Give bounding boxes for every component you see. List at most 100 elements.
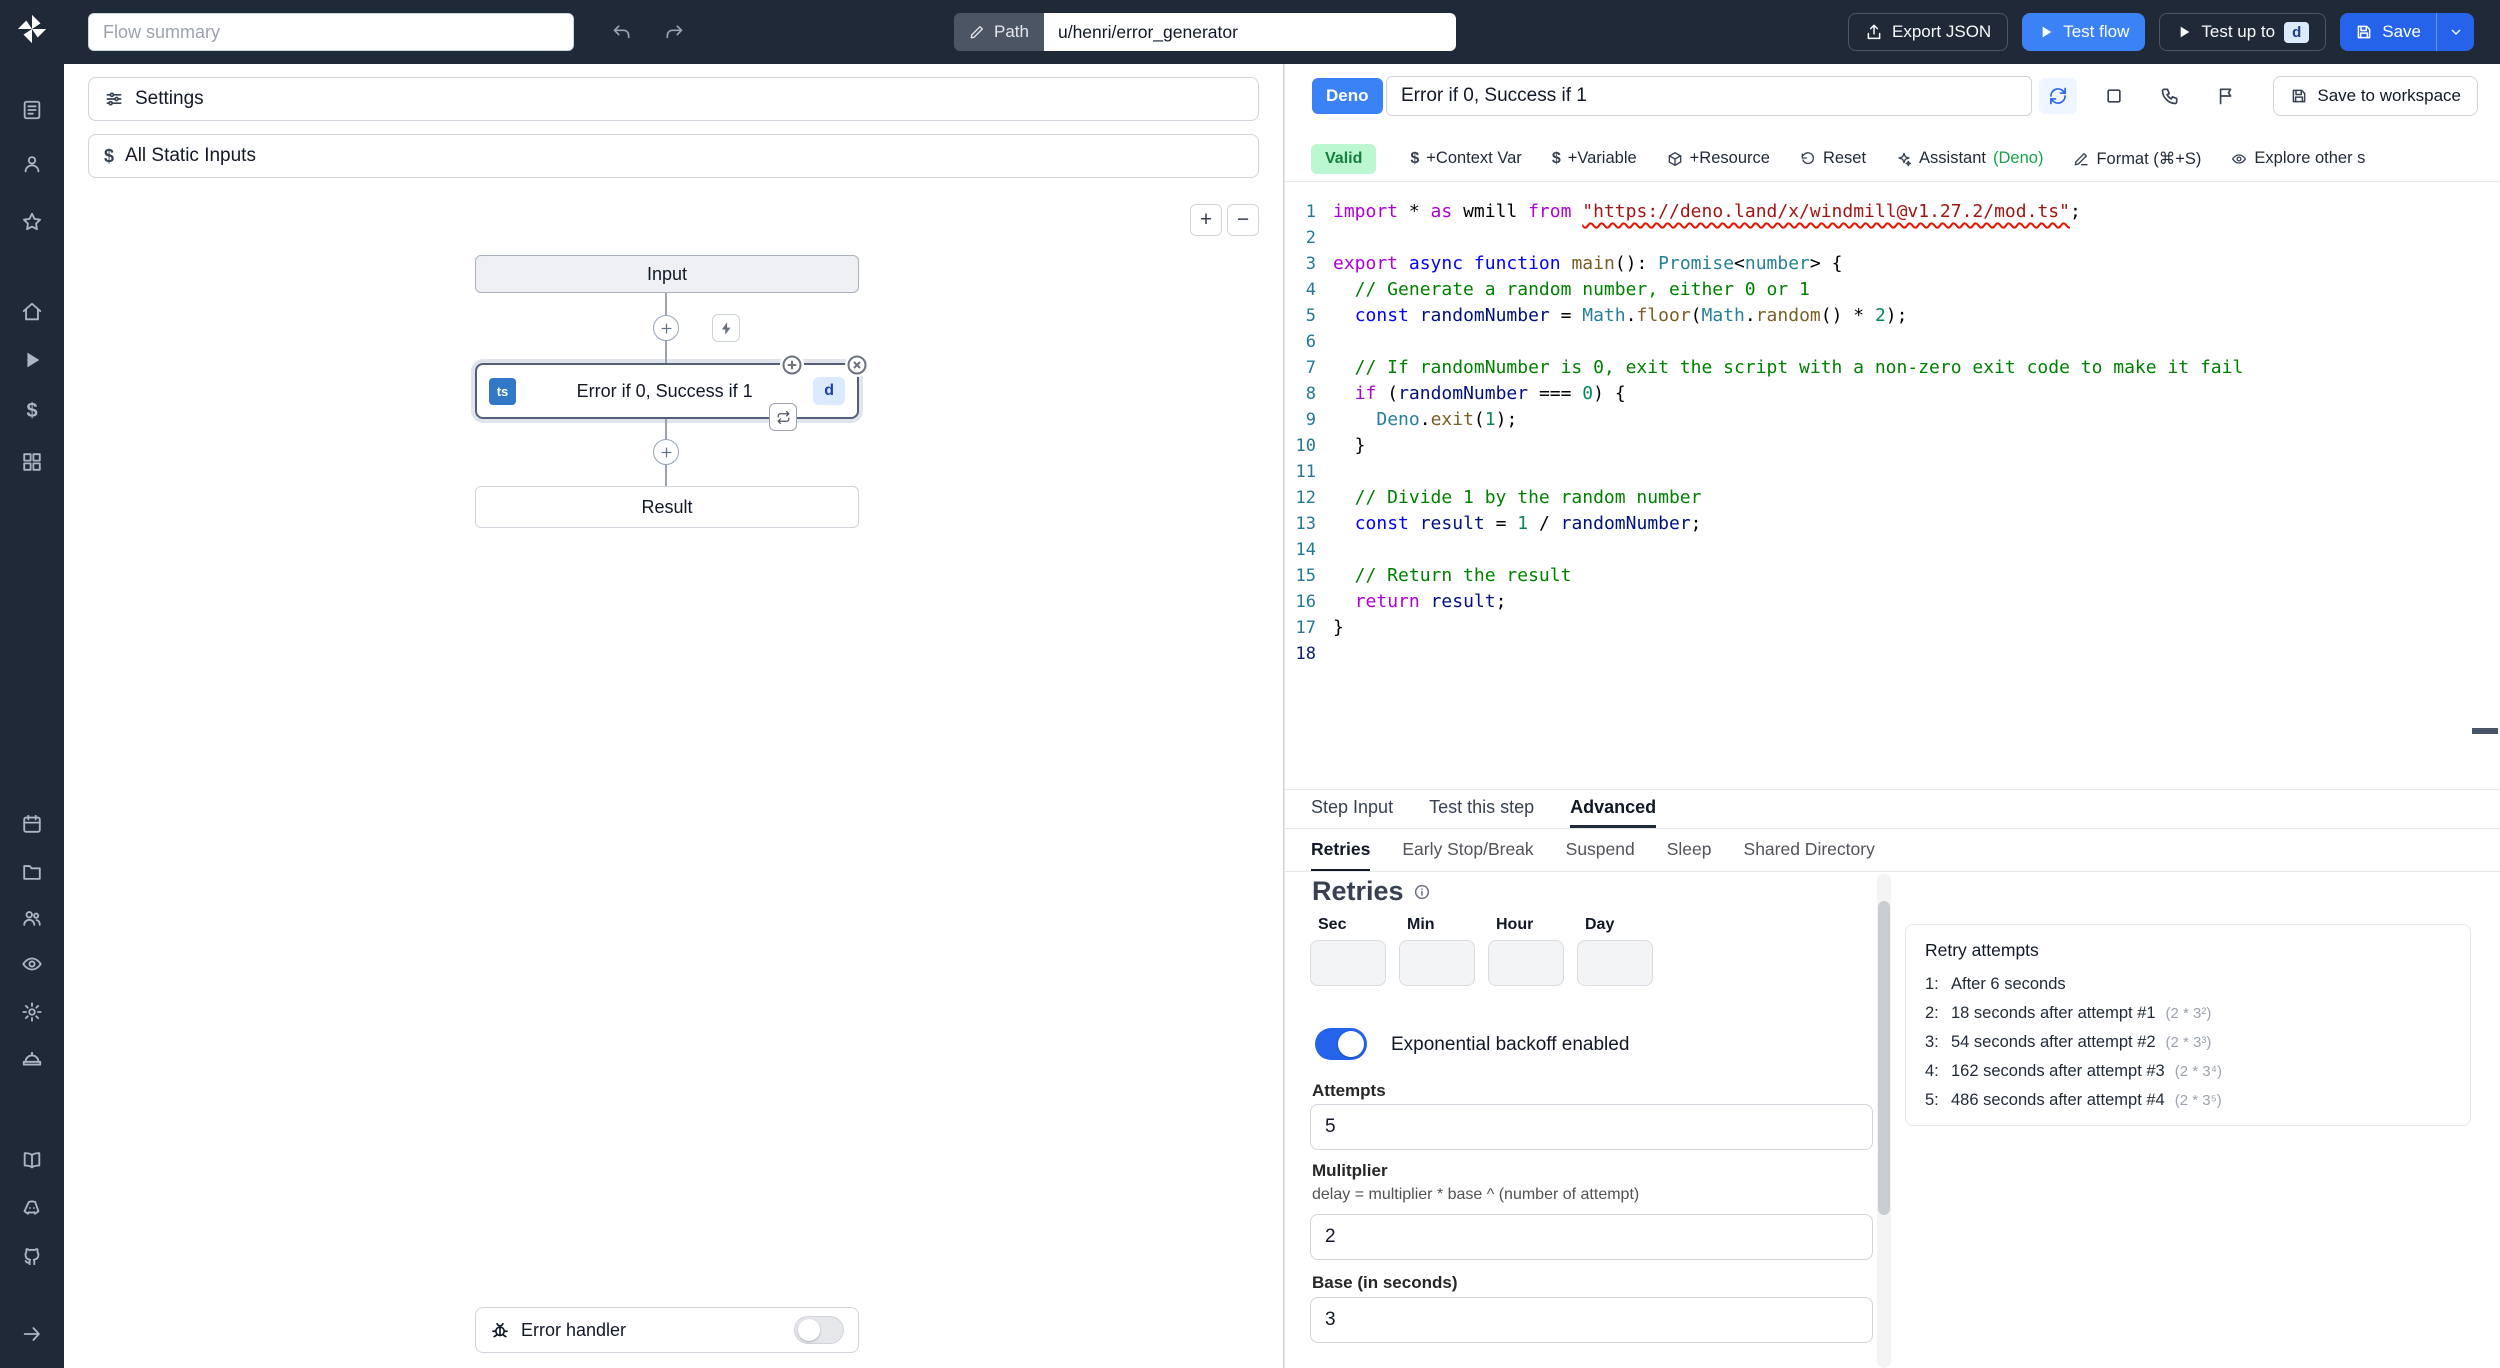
fullscreen-button[interactable] xyxy=(2095,78,2133,114)
save-to-workspace-label: Save to workspace xyxy=(2317,86,2461,105)
chevron-down-icon xyxy=(2448,24,2464,40)
add-branch-button[interactable] xyxy=(780,353,804,377)
save-button[interactable]: Save xyxy=(2340,13,2436,51)
tab-advanced[interactable]: Advanced xyxy=(1570,790,1657,828)
zoom-in-button[interactable]: + xyxy=(1190,204,1222,236)
add-context-var-button[interactable]: $ +Context Var xyxy=(1400,143,1531,174)
advanced-subtabs: Retries Early Stop/Break Suspend Sleep S… xyxy=(1285,830,2500,872)
settings-label: Settings xyxy=(135,88,204,109)
sidebar-item-dollar-icon[interactable]: $ xyxy=(0,389,64,433)
subtab-sleep[interactable]: Sleep xyxy=(1667,830,1712,871)
call-button[interactable] xyxy=(2151,78,2189,114)
sidebar-item-play-icon[interactable] xyxy=(0,338,64,382)
sidebar-item-star-icon[interactable] xyxy=(0,200,64,244)
test-up-to-button[interactable]: Test up to d xyxy=(2159,13,2327,51)
sidebar-item-book-icon[interactable] xyxy=(0,1138,64,1182)
flag-button[interactable] xyxy=(2207,78,2245,114)
interval-input-hour[interactable] xyxy=(1488,940,1564,986)
windmill-logo-icon[interactable] xyxy=(15,12,49,46)
subtab-retries[interactable]: Retries xyxy=(1311,830,1371,871)
retry-attempts-title: Retry attempts xyxy=(1925,940,2039,960)
flow-result-node[interactable]: Result xyxy=(475,486,859,528)
multiplier-help: delay = multiplier * base ^ (number of a… xyxy=(1312,1186,1640,1203)
multiplier-input[interactable] xyxy=(1310,1214,1873,1260)
tab-step-input[interactable]: Step Input xyxy=(1311,790,1393,828)
sidebar-item-user-icon[interactable] xyxy=(0,142,64,186)
panel-scrollbar[interactable] xyxy=(1877,874,1891,1368)
path-label: Path xyxy=(994,22,1029,41)
insert-step-button-1[interactable] xyxy=(653,315,679,341)
redo-button[interactable] xyxy=(658,16,690,48)
error-handler-label: Error handler xyxy=(521,1319,627,1340)
delete-step-button[interactable] xyxy=(845,353,869,377)
topbar: Path Export JSON Test flow Test up to d xyxy=(64,0,2500,64)
format-button[interactable]: Format (⌘+S) xyxy=(2063,143,2211,175)
subtab-early-stop[interactable]: Early Stop/Break xyxy=(1402,830,1533,871)
sidebar-item-gear-icon[interactable] xyxy=(0,990,64,1034)
sidebar-item-worker-icon[interactable] xyxy=(0,1038,64,1082)
exponential-backoff-label: Exponential backoff enabled xyxy=(1391,1034,1630,1055)
sidebar-item-home-icon[interactable] xyxy=(0,290,64,334)
phone-icon xyxy=(2160,86,2180,106)
save-dropdown-button[interactable] xyxy=(2436,13,2474,51)
all-static-inputs-button[interactable]: $ All Static Inputs xyxy=(88,134,1259,178)
test-flow-button[interactable]: Test flow xyxy=(2022,13,2146,51)
assistant-button[interactable]: Assistant (Deno) xyxy=(1886,143,2053,174)
plus-icon xyxy=(659,445,674,460)
explore-scripts-button[interactable]: Explore other s xyxy=(2221,143,2375,174)
interval-input-sec[interactable] xyxy=(1310,940,1386,986)
error-handler-toggle[interactable] xyxy=(794,1316,844,1344)
retry-attempt-row: 5: 486 seconds after attempt #4 (2 * 3⁵) xyxy=(1925,1091,2222,1109)
code-lines: 1 import * as wmill from "https://deno.la… xyxy=(1295,201,2244,664)
retry-indicator-icon[interactable] xyxy=(769,403,797,431)
sidebar-item-eye-icon[interactable] xyxy=(0,942,64,986)
sidebar-item-users-icon[interactable] xyxy=(0,896,64,940)
step-title-input[interactable] xyxy=(1386,76,2032,116)
tab-test-this-step[interactable]: Test this step xyxy=(1429,790,1534,828)
subtab-shared-directory[interactable]: Shared Directory xyxy=(1744,830,1875,871)
flag-icon xyxy=(2216,86,2236,106)
save-to-workspace-button[interactable]: Save to workspace xyxy=(2273,76,2478,116)
sidebar-item-folder-icon[interactable] xyxy=(0,850,64,894)
scrollbar-thumb[interactable] xyxy=(1878,901,1890,1215)
flow-step-node[interactable]: ts Error if 0, Success if 1 d xyxy=(475,353,869,431)
exponential-backoff-toggle[interactable] xyxy=(1315,1028,1367,1060)
base-label: Base (in seconds) xyxy=(1312,1273,1458,1292)
sidebar-item-github-icon[interactable] xyxy=(0,1234,64,1278)
collapse-sidebar-button[interactable] xyxy=(0,1312,64,1356)
settings-button[interactable]: Settings xyxy=(88,77,1259,121)
base-input[interactable] xyxy=(1310,1297,1873,1343)
interval-input-day[interactable] xyxy=(1577,940,1653,986)
editor-toolbar: Valid $ +Context Var $ +Variable +Resource… xyxy=(1285,136,2500,182)
redo-icon xyxy=(664,22,684,42)
subtab-suspend[interactable]: Suspend xyxy=(1566,830,1635,871)
bug-icon xyxy=(490,1320,510,1340)
undo-button[interactable] xyxy=(606,16,638,48)
code-editor[interactable]: 1 import * as wmill from "https://deno.la… xyxy=(1285,182,2500,789)
attempts-input[interactable] xyxy=(1310,1104,1873,1150)
interval-label-min: Min xyxy=(1407,916,1435,933)
add-variable-button[interactable]: $ +Variable xyxy=(1542,143,1647,174)
interval-input-min[interactable] xyxy=(1399,940,1475,986)
step-id-badge: d xyxy=(813,377,845,405)
retry-attempt-row: 2: 18 seconds after attempt #1 (2 * 3²) xyxy=(1925,1004,2212,1022)
trigger-bolt-button[interactable] xyxy=(712,314,740,342)
flow-summary-input[interactable] xyxy=(88,13,574,51)
flow-input-node[interactable]: Input xyxy=(475,255,859,293)
dollar-icon: $ xyxy=(1551,149,1561,167)
reset-button[interactable]: Reset xyxy=(1790,143,1876,174)
zoom-out-button[interactable]: − xyxy=(1227,204,1259,236)
sidebar-item-discord-icon[interactable] xyxy=(0,1186,64,1230)
step-id-badge: d xyxy=(2284,21,2310,43)
add-resource-button[interactable]: +Resource xyxy=(1657,143,1780,174)
export-json-button[interactable]: Export JSON xyxy=(1848,13,2009,51)
test-up-to-label: Test up to xyxy=(2201,22,2276,41)
topbar-actions: Export JSON Test flow Test up to d Save xyxy=(1848,13,2474,51)
sidebar-item-list-icon[interactable] xyxy=(0,88,64,132)
insert-step-button-2[interactable] xyxy=(653,439,679,465)
sidebar-item-calendar-icon[interactable] xyxy=(0,802,64,846)
sidebar-item-grid-icon[interactable] xyxy=(0,440,64,484)
path-input[interactable] xyxy=(1043,13,1456,51)
arrows-rotate-icon xyxy=(2048,86,2068,106)
sync-toggle-button[interactable] xyxy=(2039,78,2077,114)
